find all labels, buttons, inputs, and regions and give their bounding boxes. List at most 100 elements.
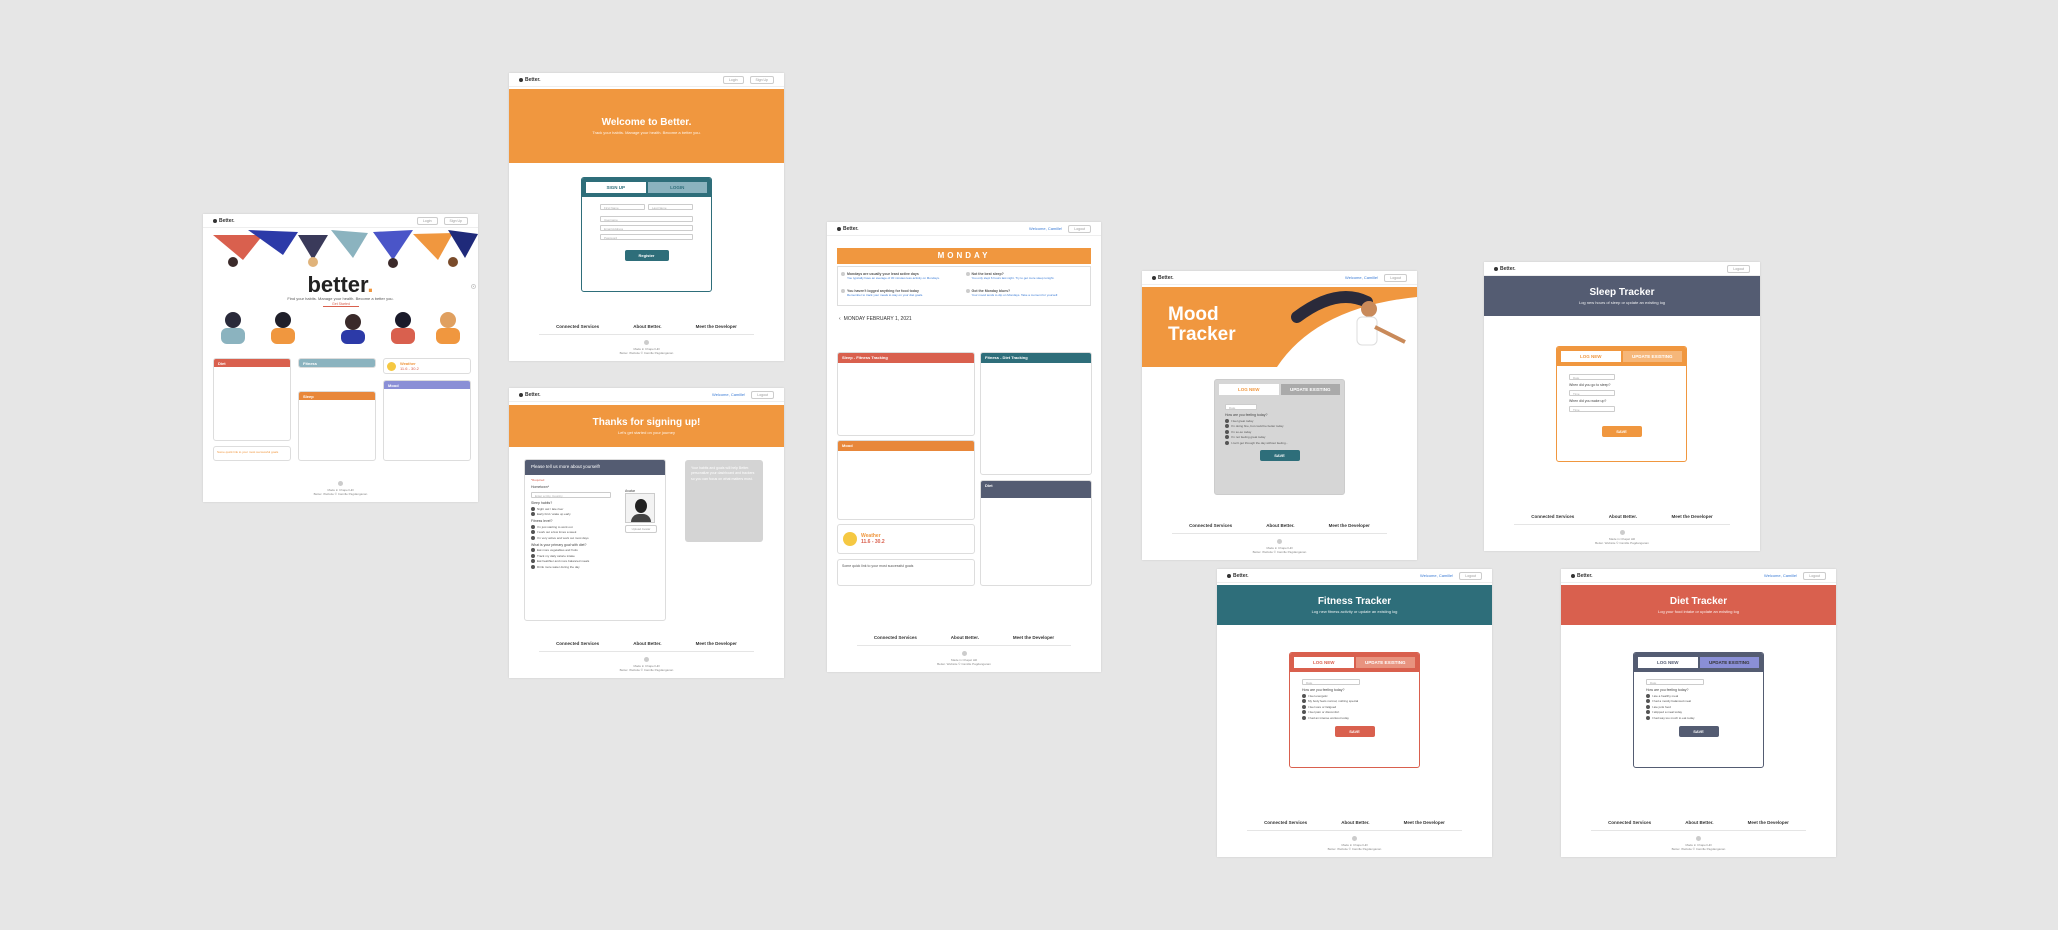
diet-option[interactable]: I ate junk food: [1646, 704, 1751, 709]
tab-login[interactable]: LOGIN: [647, 182, 707, 193]
diet-option[interactable]: Eat healthier and more balanced meals: [531, 559, 659, 563]
diet-option[interactable]: I had way too much to eat today: [1646, 715, 1751, 720]
footer-link-developer[interactable]: Meet the Developer: [1404, 820, 1445, 825]
wake-time-input[interactable]: Time: [1569, 406, 1615, 412]
brand-logo[interactable]: Better.: [519, 392, 541, 398]
tab-update-existing[interactable]: UPDATE EXISTING: [1699, 657, 1759, 668]
tab-log-new[interactable]: LOG NEW: [1561, 351, 1621, 362]
tab-signup[interactable]: SIGN UP: [586, 182, 646, 193]
dash-sleep-card[interactable]: Sleep - Fitness Tracking: [837, 352, 975, 436]
signup-button[interactable]: Sign Up: [749, 75, 774, 84]
mood-option[interactable]: I'm so-so today: [1225, 429, 1334, 434]
tab-update-existing[interactable]: UPDATE EXISTING: [1622, 351, 1682, 362]
date-input[interactable]: Date: [1302, 679, 1360, 685]
fitness-option[interactable]: I feel pain or discomfort: [1302, 710, 1407, 714]
mood-option[interactable]: I feel great today: [1225, 418, 1334, 423]
footer-link-developer[interactable]: Meet the Developer: [696, 641, 737, 646]
brand-logo[interactable]: Better.: [1227, 573, 1249, 579]
signup-button[interactable]: Sign Up: [443, 216, 468, 225]
fitness-option[interactable]: I'm very active and work out most days: [531, 535, 659, 540]
tab-log-new[interactable]: LOG NEW: [1638, 657, 1698, 668]
tab-log-new[interactable]: LOG NEW: [1294, 657, 1354, 668]
upload-avatar-button[interactable]: Upload Avatar: [625, 525, 657, 533]
brand-logo[interactable]: Better.: [1571, 573, 1593, 579]
brand-logo[interactable]: Better.: [1494, 266, 1516, 272]
register-button[interactable]: Register: [624, 250, 669, 261]
tab-update-existing[interactable]: UPDATE EXISTING: [1280, 384, 1340, 395]
fitness-option[interactable]: My body feels normal, nothing special: [1302, 699, 1407, 703]
logout-button[interactable]: Logout: [751, 390, 774, 399]
fitness-option[interactable]: I had an intense workout today: [1302, 715, 1407, 720]
mood-option[interactable]: I'm not feeling great today: [1225, 435, 1334, 439]
login-button[interactable]: Login: [722, 75, 744, 84]
save-button[interactable]: SAVE: [1678, 725, 1719, 737]
footer-link-about[interactable]: About Better.: [1685, 820, 1713, 825]
landing-sleep-card[interactable]: Sleep: [298, 391, 376, 461]
footer-link-about[interactable]: About Better.: [633, 641, 661, 646]
footer-link-about[interactable]: About Better.: [633, 324, 661, 329]
footer-link-developer[interactable]: Meet the Developer: [1748, 820, 1789, 825]
dash-fitness-card[interactable]: Fitness - Diet Tracking: [980, 352, 1092, 475]
tab-log-new[interactable]: LOG NEW: [1219, 384, 1279, 395]
footer-link-about[interactable]: About Better.: [1341, 820, 1369, 825]
dash-diet-card[interactable]: Diet: [980, 480, 1092, 586]
footer-link-about[interactable]: About Better.: [951, 635, 979, 640]
date-input[interactable]: Date: [1569, 374, 1615, 380]
diet-option[interactable]: I ate a healthy meal: [1646, 693, 1751, 698]
footer-link-services[interactable]: Connected Services: [1189, 523, 1232, 528]
diet-option[interactable]: Drink more water during the day: [531, 564, 659, 569]
footer-link-developer[interactable]: Meet the Developer: [696, 324, 737, 329]
landing-diet-card[interactable]: Diet: [213, 358, 291, 441]
save-button[interactable]: SAVE: [1334, 725, 1375, 737]
date-input[interactable]: Date: [1225, 404, 1257, 410]
mood-option[interactable]: I'm doing fine, but could be better toda…: [1225, 424, 1334, 428]
logo-icon: [1227, 573, 1231, 578]
username-field[interactable]: Username: [600, 216, 693, 222]
save-button[interactable]: SAVE: [1259, 449, 1300, 461]
footer-link-developer[interactable]: Meet the Developer: [1329, 523, 1370, 528]
footer-link-services[interactable]: Connected Services: [556, 641, 599, 646]
footer-link-about[interactable]: About Better.: [1266, 523, 1294, 528]
footer-link-services[interactable]: Connected Services: [1531, 514, 1574, 519]
diet-option[interactable]: I had a mostly balanced meal: [1646, 699, 1751, 703]
email-field[interactable]: Email Address: [600, 225, 693, 231]
dash-note-card[interactable]: Some quick link to your most successful …: [837, 559, 975, 586]
first-name-field[interactable]: First Name: [600, 204, 645, 210]
sleep-time-input[interactable]: Time: [1569, 390, 1615, 396]
brand-logo[interactable]: Better.: [1152, 275, 1174, 281]
footer-link-about[interactable]: About Better.: [1609, 514, 1637, 519]
landing-note-card[interactable]: Some quick link to your most successful …: [213, 446, 291, 461]
password-field[interactable]: Password: [600, 234, 693, 240]
landing-mood-card[interactable]: Mood: [383, 380, 471, 461]
diet-option[interactable]: I skipped a meal today: [1646, 710, 1751, 714]
logout-button[interactable]: Logout: [1384, 273, 1407, 282]
footer-link-services[interactable]: Connected Services: [1608, 820, 1651, 825]
footer-link-services[interactable]: Connected Services: [1264, 820, 1307, 825]
hometown-input[interactable]: Enter a City, Country: [531, 492, 611, 498]
footer-link-developer[interactable]: Meet the Developer: [1013, 635, 1054, 640]
logout-button[interactable]: Logout: [1727, 264, 1750, 273]
brand-logo[interactable]: Better.: [213, 218, 235, 224]
logout-button[interactable]: Logout: [1459, 571, 1482, 580]
footer-link-services[interactable]: Connected Services: [874, 635, 917, 640]
footer-link-services[interactable]: Connected Services: [556, 324, 599, 329]
footer-link-developer[interactable]: Meet the Developer: [1671, 514, 1712, 519]
save-button[interactable]: SAVE: [1601, 426, 1642, 437]
diet-option[interactable]: Track my daily calorie intake: [531, 553, 659, 558]
scroll-arrow-icon[interactable]: ›: [471, 284, 476, 289]
fitness-option[interactable]: I feel sore or fatigued: [1302, 704, 1407, 709]
mood-option[interactable]: I can't get through the day without feel…: [1225, 440, 1334, 445]
brand-logo[interactable]: Better.: [519, 77, 541, 83]
last-name-field[interactable]: Last Name: [648, 204, 693, 210]
fitness-option[interactable]: I feel energetic: [1302, 693, 1407, 698]
landing-fitness-card[interactable]: Fitness: [298, 358, 376, 368]
brand-logo[interactable]: Better.: [837, 226, 859, 232]
logout-button[interactable]: Logout: [1803, 571, 1826, 580]
tab-update-existing[interactable]: UPDATE EXISTING: [1355, 657, 1415, 668]
dash-mood-card[interactable]: Mood: [837, 440, 975, 520]
chevron-left-icon[interactable]: ‹: [839, 316, 841, 322]
login-button[interactable]: Login: [416, 216, 438, 225]
date-input[interactable]: Date: [1646, 679, 1704, 685]
diet-option[interactable]: Eat more vegetables and fruits: [531, 548, 659, 552]
logout-button[interactable]: Logout: [1068, 224, 1091, 233]
